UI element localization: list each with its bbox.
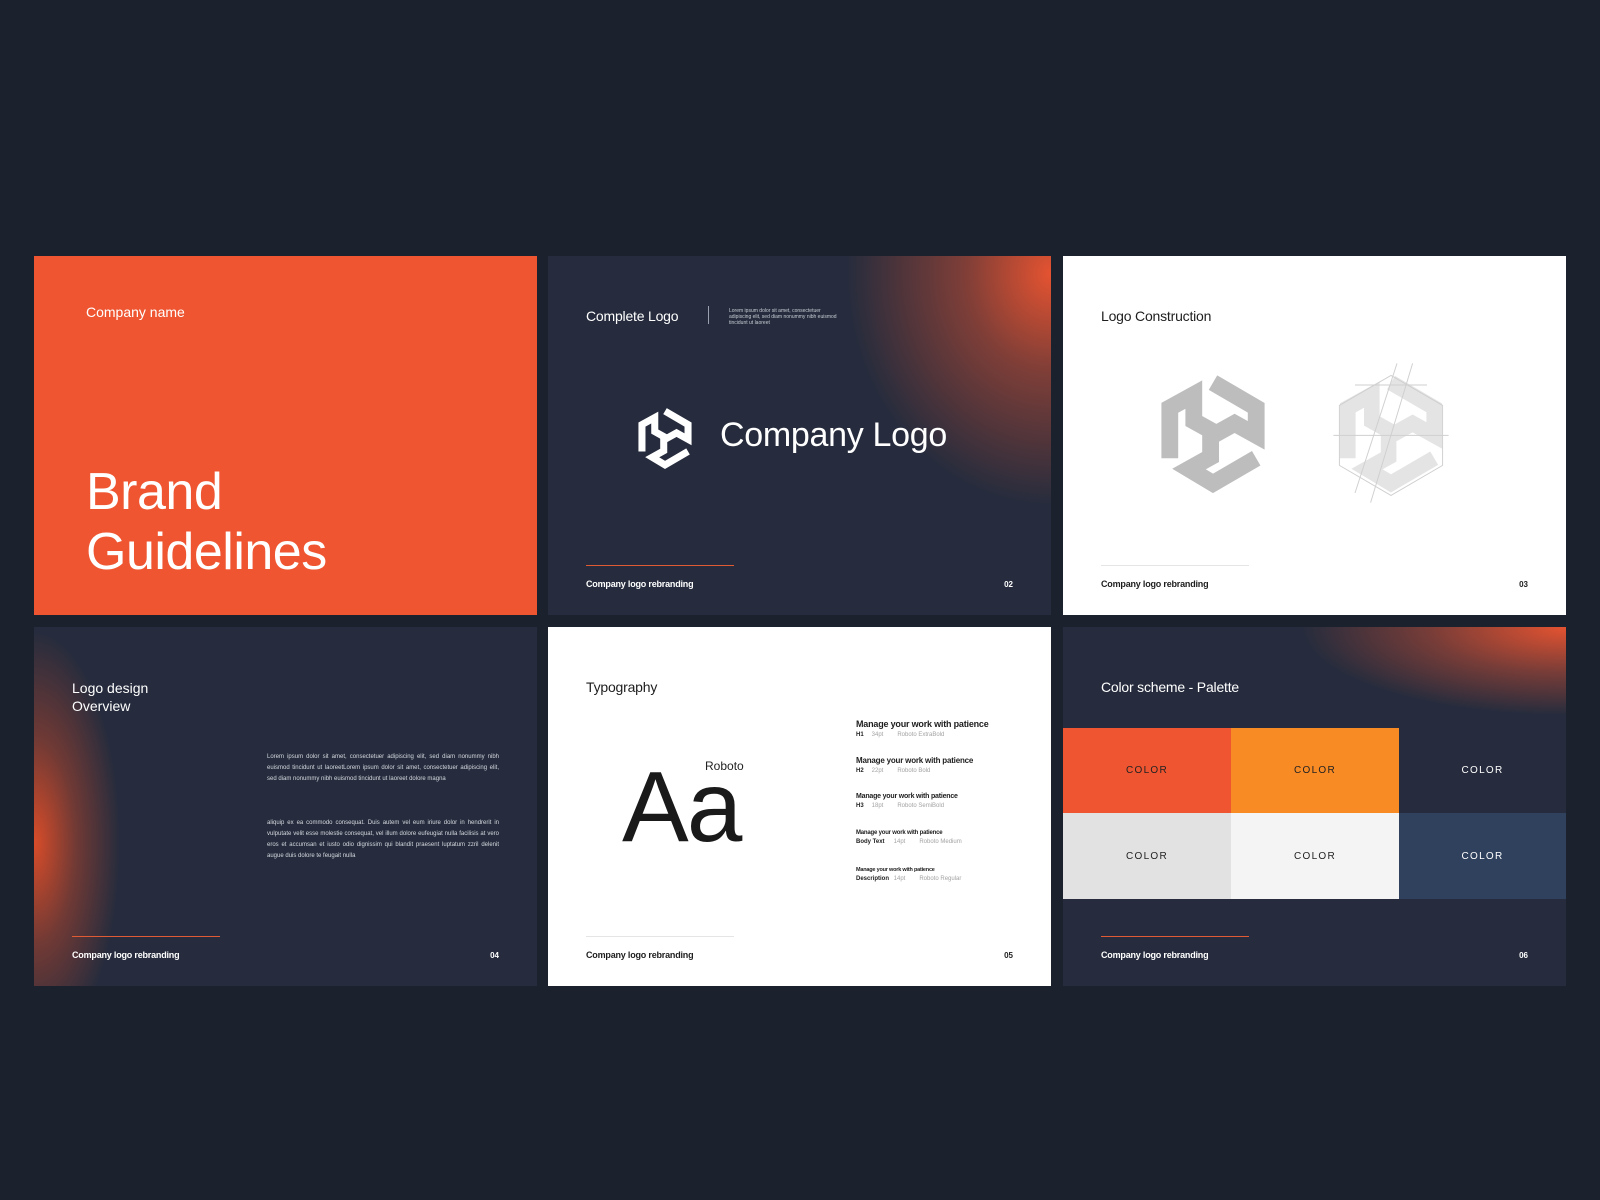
color-swatch-1[interactable]: COLOR bbox=[1063, 728, 1231, 813]
type-weight: Roboto Medium bbox=[919, 839, 962, 845]
footer-divider bbox=[72, 936, 220, 937]
type-weight: Roboto Bold bbox=[897, 768, 931, 774]
slide-overview[interactable]: Logo design Overview Lorem ipsum dolor s… bbox=[34, 627, 537, 986]
slide-title-line2: Overview bbox=[72, 698, 131, 714]
company-logo-icon bbox=[638, 408, 692, 469]
slide-logo-construction[interactable]: Logo Construction Company logo rebrandin… bbox=[1063, 256, 1566, 615]
page-number: 06 bbox=[1519, 951, 1528, 960]
color-swatch-3[interactable]: COLOR bbox=[1399, 728, 1566, 813]
type-sample: Manage your work with patience bbox=[856, 867, 935, 873]
page-number: 04 bbox=[490, 951, 499, 960]
footer-label: Company logo rebranding bbox=[586, 579, 694, 589]
type-meta: H2 22pt Roboto Bold bbox=[856, 768, 1016, 774]
company-name: Company name bbox=[86, 304, 185, 320]
footer-label: Company logo rebranding bbox=[586, 950, 694, 960]
type-sample: Manage your work with patience bbox=[856, 830, 943, 836]
slide-cover[interactable]: Company name Brand Guidelines bbox=[34, 256, 537, 615]
color-palette-grid: COLOR COLOR COLOR COLOR COLOR COLOR bbox=[1063, 728, 1566, 899]
type-sample: Manage your work with patience bbox=[856, 756, 974, 765]
type-meta: H3 18pt Roboto SemiBold bbox=[856, 803, 1016, 809]
footer-divider bbox=[586, 565, 734, 566]
type-level: H2 bbox=[856, 768, 864, 774]
slide-title: Color scheme - Palette bbox=[1101, 679, 1239, 695]
type-size: 34pt bbox=[871, 732, 884, 738]
type-weight: Roboto ExtraBold bbox=[897, 732, 945, 738]
cover-title-line1: Brand bbox=[86, 463, 223, 521]
color-swatch-6[interactable]: COLOR bbox=[1399, 813, 1566, 899]
title-separator bbox=[708, 306, 709, 324]
type-scale-list: Manage your work with patience H1 34pt R… bbox=[856, 719, 1016, 904]
slide-color-palette[interactable]: Color scheme - Palette COLOR COLOR COLOR… bbox=[1063, 627, 1566, 986]
type-style-description: Manage your work with patience Descripti… bbox=[856, 867, 1016, 904]
font-family-name: Roboto bbox=[705, 759, 744, 773]
color-swatch-2[interactable]: COLOR bbox=[1231, 728, 1399, 813]
type-level: Body Text bbox=[856, 839, 885, 845]
type-style-body: Manage your work with patience Body Text… bbox=[856, 830, 1016, 867]
type-size: 14pt bbox=[893, 839, 906, 845]
type-sample: Manage your work with patience bbox=[856, 719, 989, 729]
type-level: Description bbox=[856, 876, 890, 882]
type-sample: Manage your work with patience bbox=[856, 793, 958, 800]
type-meta: Body Text 14pt Roboto Medium bbox=[856, 839, 1016, 845]
overview-paragraph-1: Lorem ipsum dolor sit amet, consectetuer… bbox=[267, 754, 499, 782]
type-meta: Description 14pt Roboto Regular bbox=[856, 876, 1016, 882]
type-weight: Roboto SemiBold bbox=[897, 803, 945, 809]
type-size: 22pt bbox=[871, 768, 884, 774]
slide-typography[interactable]: Typography Aa Roboto Manage your work wi… bbox=[548, 627, 1051, 986]
footer-label: Company logo rebranding bbox=[72, 950, 180, 960]
page-number: 05 bbox=[1004, 951, 1013, 960]
type-style-h2: Manage your work with patience H2 22pt R… bbox=[856, 756, 1016, 793]
footer-label: Company logo rebranding bbox=[1101, 579, 1209, 589]
type-size: 18pt bbox=[871, 803, 884, 809]
type-meta: H1 34pt Roboto ExtraBold bbox=[856, 732, 1016, 738]
type-style-h3: Manage your work with patience H3 18pt R… bbox=[856, 793, 1016, 830]
footer-divider bbox=[1101, 565, 1249, 566]
footer-divider bbox=[1101, 936, 1249, 937]
type-level: H1 bbox=[856, 732, 864, 738]
type-level: H3 bbox=[856, 803, 864, 809]
cover-title: Brand Guidelines bbox=[86, 462, 327, 582]
type-size: 14pt bbox=[893, 876, 906, 882]
type-style-h1: Manage your work with patience H1 34pt R… bbox=[856, 719, 1016, 756]
cover-title-line2: Guidelines bbox=[86, 523, 327, 581]
footer-divider bbox=[586, 936, 734, 937]
slide-title: Complete Logo bbox=[586, 308, 679, 324]
page-number: 03 bbox=[1519, 580, 1528, 589]
slide-description: Lorem ipsum dolor sit amet, consectetuer… bbox=[729, 308, 837, 326]
slide-title: Logo Construction bbox=[1101, 308, 1212, 324]
overview-paragraph-2: aliquip ex ea commodo consequat. Duis au… bbox=[267, 820, 499, 859]
slide-title-line1: Logo design bbox=[72, 680, 149, 696]
page-number: 02 bbox=[1004, 580, 1013, 589]
company-logo-wordmark: Company Logo bbox=[720, 416, 947, 454]
slide-complete-logo[interactable]: Complete Logo Lorem ipsum dolor sit amet… bbox=[548, 256, 1051, 615]
slide-title: Typography bbox=[586, 679, 658, 695]
logo-construction-icon bbox=[1161, 363, 1449, 503]
slide-title: Logo design Overview bbox=[72, 679, 148, 715]
type-weight: Roboto Regular bbox=[919, 876, 962, 882]
footer-label: Company logo rebranding bbox=[1101, 950, 1209, 960]
color-swatch-4[interactable]: COLOR bbox=[1063, 813, 1231, 899]
color-swatch-5[interactable]: COLOR bbox=[1231, 813, 1399, 899]
